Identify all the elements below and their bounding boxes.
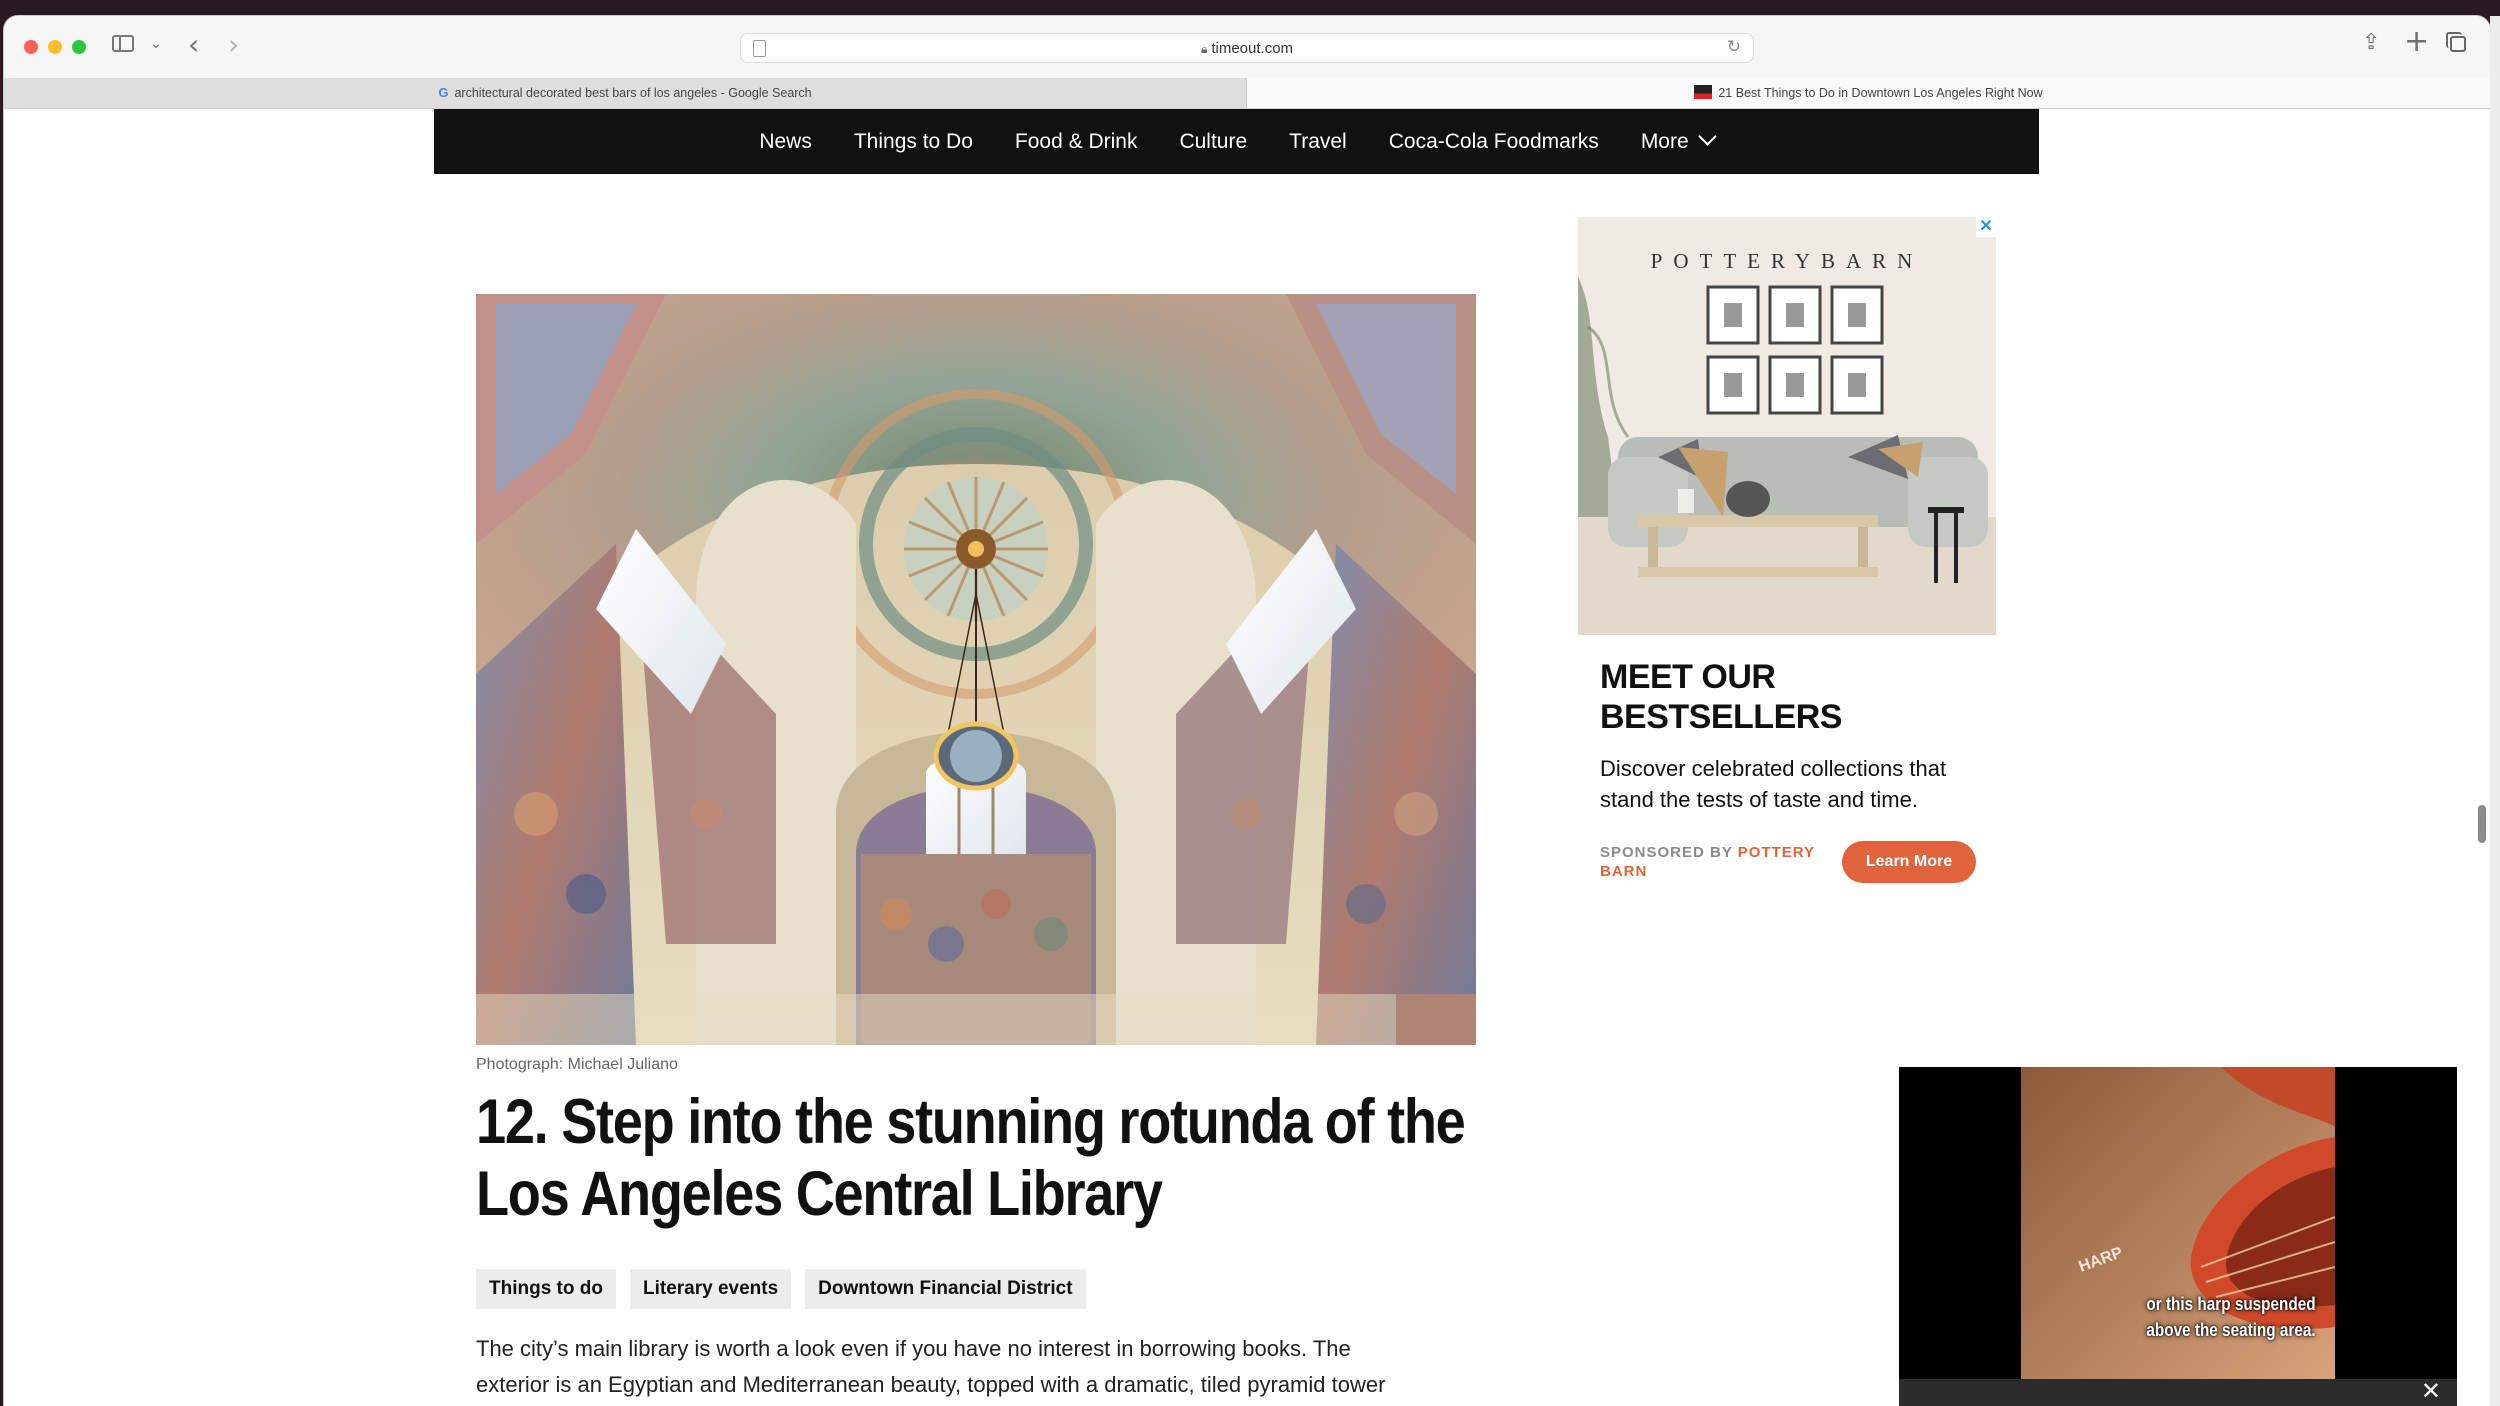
minimize-window-button[interactable] (48, 40, 62, 54)
tab-bar: Garchitectural decorated best bars of lo… (4, 78, 2490, 109)
nav-item-travel[interactable]: Travel (1289, 130, 1347, 154)
rotunda-illustration (476, 294, 1476, 1045)
tab-overview-icon[interactable] (2446, 32, 2466, 52)
sidebar-icon[interactable] (112, 35, 134, 52)
timeout-favicon-icon (1694, 85, 1713, 99)
share-icon[interactable]: ⇪ (2362, 30, 2380, 55)
video-close-icon[interactable]: ✕ (2421, 1377, 2441, 1406)
chevron-down-icon[interactable]: ⌄ (150, 36, 162, 52)
ad-close-icon[interactable]: ✕ (1976, 217, 1996, 237)
reload-icon[interactable]: ↻ (1727, 37, 1741, 57)
ad-image[interactable]: POTTERYBARN ✕ (1578, 217, 1996, 635)
google-icon: G (438, 85, 449, 100)
nav-item-foodmarks[interactable]: Coca-Cola Foodmarks (1389, 130, 1599, 154)
zoom-window-button[interactable] (72, 40, 86, 54)
video-caption: or this harp suspended above the seating… (2146, 1294, 2316, 1340)
video-frame: HARP or this harp suspended above the se… (2021, 1067, 2335, 1379)
ad-sponsor-line: SPONSORED BY POTTERY BARN (1600, 844, 1815, 880)
browser-toolbar: ⌄ ‹ › 🔒︎ timeout.com ↻ ⇪ + (4, 16, 2490, 79)
tab-timeout[interactable]: 21 Best Things to Do in Downtown Los Ang… (1247, 78, 2490, 108)
ad-title: MEET OUR BESTSELLERS (1600, 658, 1842, 736)
article-body: The city’s main library is worth a look … (476, 1336, 1386, 1397)
nav-item-things-to-do[interactable]: Things to Do (854, 130, 973, 154)
nav-item-food-drink[interactable]: Food & Drink (1015, 130, 1138, 154)
article-tags: Things to do Literary events Downtown Fi… (476, 1269, 1086, 1309)
tag-downtown-financial-district[interactable]: Downtown Financial District (805, 1269, 1086, 1309)
ad-brand-logo: POTTERYBARN (1650, 249, 1924, 273)
tab-google-search[interactable]: Garchitectural decorated best bars of lo… (4, 78, 1247, 108)
photo-credit: Photograph: Michael Juliano (476, 1056, 678, 1073)
browser-window: ⌄ ‹ › 🔒︎ timeout.com ↻ ⇪ + Garchitectural… (4, 16, 2490, 1406)
forward-icon[interactable]: › (228, 28, 239, 61)
new-tab-icon[interactable]: + (2404, 24, 2429, 59)
page-scrollbar[interactable] (2478, 805, 2486, 843)
close-window-button[interactable] (24, 40, 38, 54)
nav-item-news[interactable]: News (759, 130, 812, 154)
living-room-illustration (1578, 217, 1996, 635)
learn-more-button[interactable]: Learn More (1842, 841, 1976, 883)
web-page: News Things to Do Food & Drink Culture T… (4, 109, 2490, 1406)
tag-things-to-do[interactable]: Things to do (476, 1269, 616, 1309)
ad-description: Discover celebrated collections that sta… (1600, 756, 1947, 812)
video-player[interactable]: HARP or this harp suspended above the se… (1899, 1067, 2457, 1406)
nav-item-culture[interactable]: Culture (1179, 130, 1247, 154)
article-hero-image (476, 294, 1476, 1045)
tag-literary-events[interactable]: Literary events (629, 1269, 792, 1309)
url-display: 🔒︎ timeout.com (1200, 40, 1294, 57)
video-control-bar: ✕ (1899, 1377, 2457, 1406)
site-nav: News Things to Do Food & Drink Culture T… (434, 109, 2039, 174)
chevron-down-icon (1697, 126, 1717, 146)
nav-item-more[interactable]: More (1641, 126, 1717, 154)
address-bar[interactable]: 🔒︎ timeout.com ↻ (740, 33, 1754, 63)
lock-icon: 🔒︎ (1200, 42, 1208, 56)
desktop-edge (2490, 16, 2500, 1406)
back-icon[interactable]: ‹ (188, 28, 199, 61)
article-headline: 12. Step into the stunning rotunda of th… (476, 1087, 1466, 1229)
